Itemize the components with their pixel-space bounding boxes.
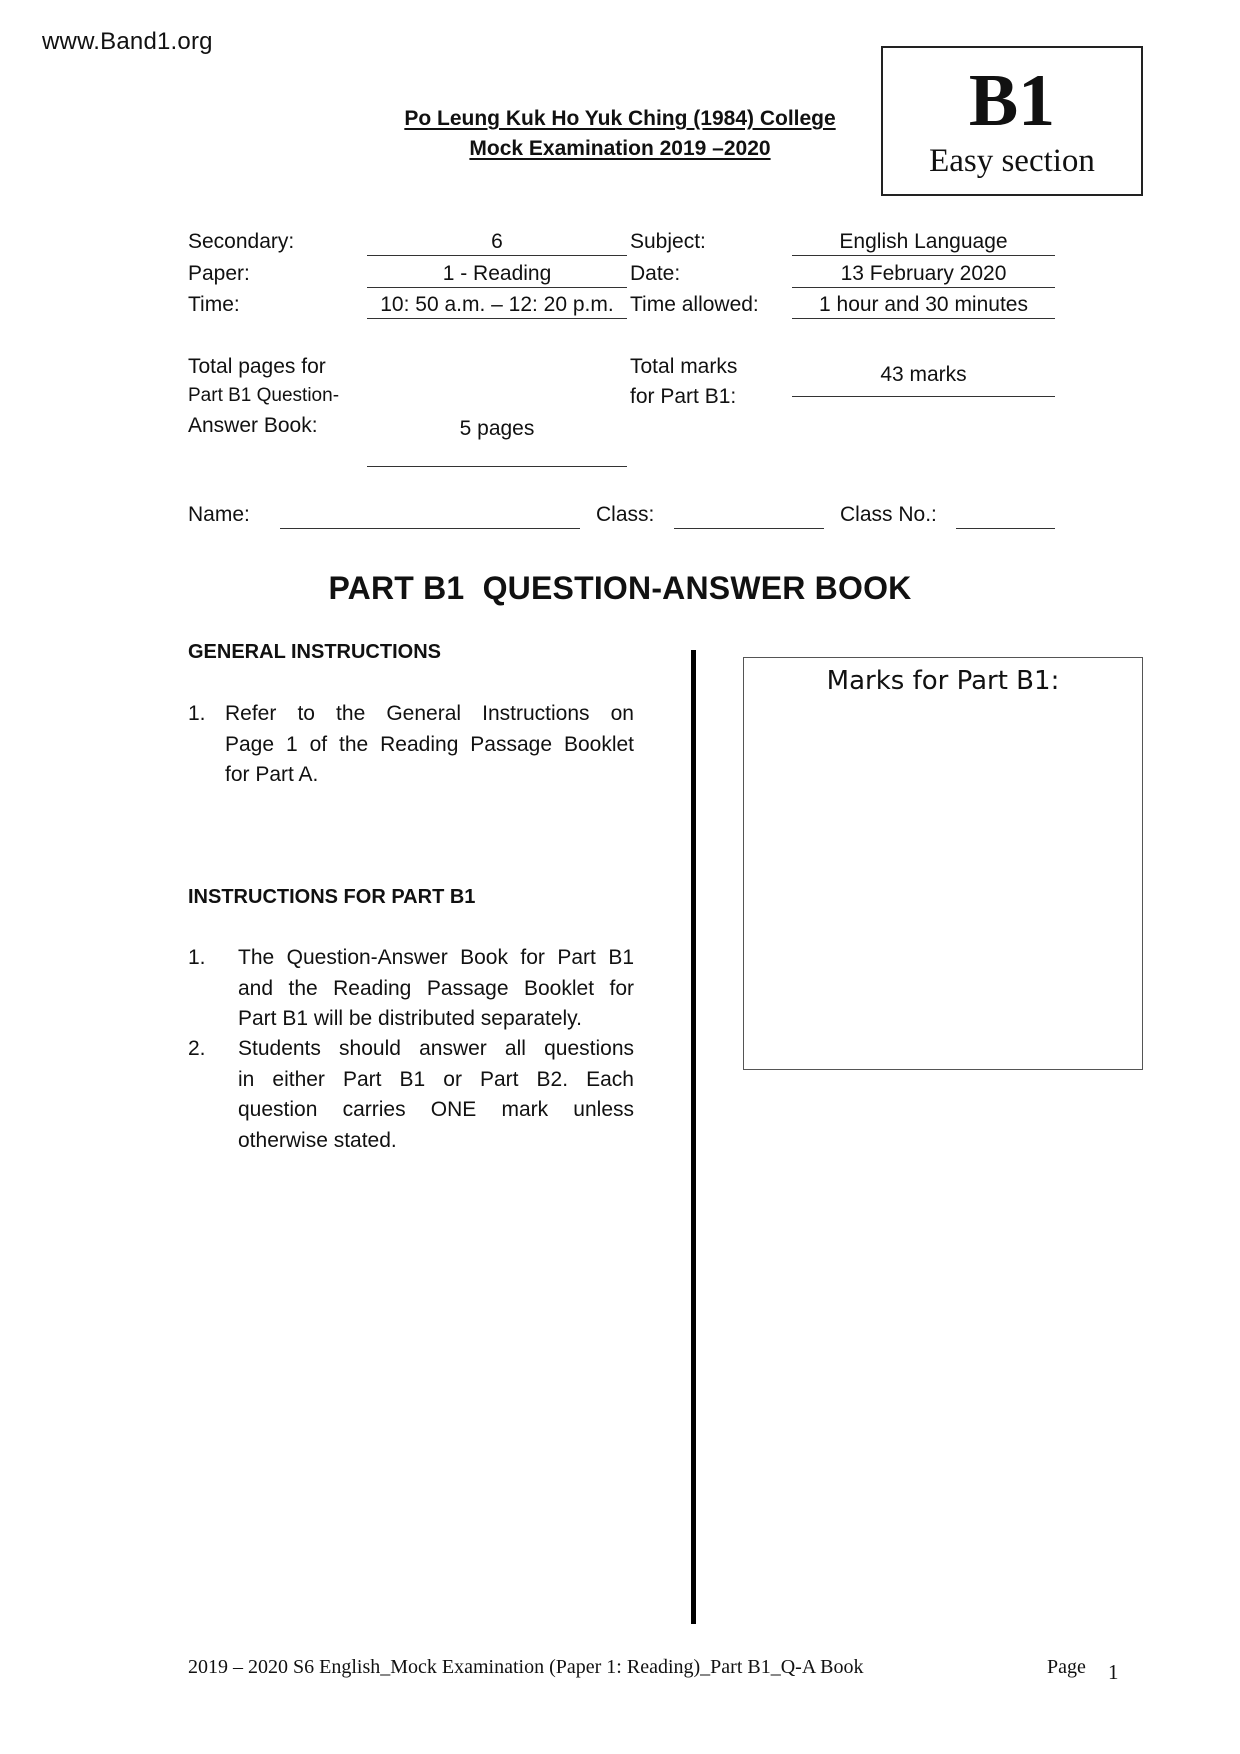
time-value: 10: 50 a.m. – 12: 20 p.m. xyxy=(367,292,627,319)
total-pages-value: 5 pages xyxy=(459,417,535,440)
name-field[interactable] xyxy=(280,502,580,529)
marks-box-caption: Marks for Part B1: xyxy=(826,666,1060,696)
paper-label: Paper: xyxy=(188,262,250,285)
subject-value: English Language xyxy=(792,229,1055,256)
page-label: Page xyxy=(1047,1656,1086,1678)
text-line: Students should answer all questions xyxy=(238,1037,634,1060)
secondary-value: 6 xyxy=(367,229,627,256)
section-code: B1 xyxy=(968,60,1056,142)
paper-value: 1 - Reading xyxy=(367,261,627,288)
watermark-link[interactable]: www.Band1.org xyxy=(42,28,213,56)
column-divider xyxy=(691,650,696,1624)
text-line: question carries ONE mark unless xyxy=(238,1098,634,1121)
text-line: Part B1 will be distributed separately. xyxy=(238,1007,582,1030)
general-instructions-heading: GENERAL INSTRUCTIONS xyxy=(188,641,441,663)
secondary-label: Secondary: xyxy=(188,230,295,253)
school-name: Po Leung Kuk Ho Yuk Ching (1984) College xyxy=(404,107,836,130)
time-label: Time: xyxy=(188,293,240,316)
text-line: The Question-Answer Book for Part B1 xyxy=(238,946,634,969)
total-marks-value: 43 marks xyxy=(880,363,967,386)
total-marks-label-line-1: Total marks xyxy=(630,355,738,378)
section-badge: B1 Easy section xyxy=(881,46,1143,196)
class-no-label: Class No.: xyxy=(840,503,937,526)
exam-name: Mock Examination 2019 –2020 xyxy=(469,137,771,160)
part-instruction-number: 1. xyxy=(188,946,206,969)
class-field[interactable] xyxy=(674,502,824,529)
text-line: for Part A. xyxy=(225,763,319,786)
name-label: Name: xyxy=(188,503,250,526)
text-line: Refer to the General Instructions on xyxy=(225,702,634,725)
marks-box: Marks for Part B1: xyxy=(743,657,1143,1070)
text-line: in either Part B1 or Part B2. Each xyxy=(238,1067,634,1091)
time-allowed-label: Time allowed: xyxy=(630,293,759,316)
text-line: Page 1 of the Reading Passage Booklet xyxy=(225,732,634,756)
class-no-field[interactable] xyxy=(956,502,1055,529)
part-instruction-item: The Question-Answer Book for Part B1 and… xyxy=(238,943,634,1035)
general-instruction-item: Refer to the General Instructions on Pag… xyxy=(225,699,634,791)
part-instruction-item: Students should answer all questions in … xyxy=(238,1034,634,1156)
total-pages-label-line-3: Answer Book: xyxy=(188,414,318,437)
part-instruction-number: 2. xyxy=(188,1037,206,1060)
time-allowed-value: 1 hour and 30 minutes xyxy=(792,292,1055,319)
total-pages-label-line-2: Part B1 Question- xyxy=(188,385,340,406)
total-marks-underline xyxy=(792,396,1055,397)
text-line: otherwise stated. xyxy=(238,1128,397,1152)
section-label: Easy section xyxy=(929,143,1095,179)
total-marks-label-line-2: for Part B1: xyxy=(630,385,737,408)
page-number: 1 xyxy=(1108,1660,1119,1684)
subject-label: Subject: xyxy=(630,230,706,253)
marks-box-value[interactable] xyxy=(744,696,1142,1036)
page-title: PART B1 QUESTION-ANSWER BOOK xyxy=(328,570,912,606)
exam-header: Po Leung Kuk Ho Yuk Ching (1984) College… xyxy=(380,104,860,164)
class-label: Class: xyxy=(596,503,655,526)
text-line: and the Reading Passage Booklet for xyxy=(238,976,634,1000)
part-instructions-heading: INSTRUCTIONS FOR PART B1 xyxy=(188,886,476,908)
footer-text: 2019 – 2020 S6 English_Mock Examination … xyxy=(188,1656,864,1678)
general-instruction-number: 1. xyxy=(188,702,206,725)
total-pages-label-line-1: Total pages for xyxy=(188,355,326,378)
date-label: Date: xyxy=(630,262,681,285)
total-pages-underline xyxy=(367,466,627,467)
date-value: 13 February 2020 xyxy=(792,261,1055,288)
